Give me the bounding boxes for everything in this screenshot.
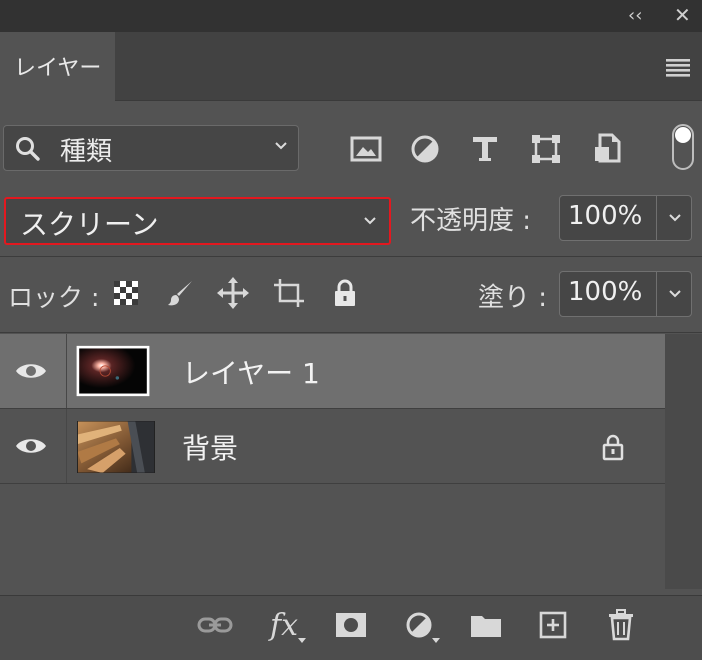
fill-field[interactable]: 100% [559,271,692,317]
adjustment-filter-icon[interactable] [407,132,443,166]
layer-thumbnail[interactable] [74,345,152,397]
fx-icon[interactable]: fx [264,607,306,643]
filter-toggle[interactable] [672,124,694,170]
chevron-down-icon [364,217,376,225]
fill-label: 塗り : [478,283,548,313]
opacity-label: 不透明度 : [410,206,532,236]
opacity-field[interactable]: 100% [559,195,692,241]
lock-position-icon[interactable] [216,276,250,310]
filter-toggle-knob [675,127,691,143]
chevron-down-icon[interactable] [668,211,682,225]
lock-transparent-pixels-icon[interactable] [109,276,143,310]
close-panel-icon[interactable]: ✕ [674,3,691,27]
new-layer-icon[interactable] [533,608,573,642]
fill-value[interactable]: 100% [568,277,642,307]
panel-title-bar: ‹‹ ✕ [0,0,702,32]
search-icon [16,137,40,161]
new-adjustment-layer-icon[interactable] [399,608,440,643]
layer-row-layer-1[interactable]: レイヤー 1 [0,334,665,409]
layers-panel: ‹‹ ✕ レイヤー 種類 スクリーン 不透明度: 100% ロック: 塗り … [0,0,702,660]
smart-object-filter-icon[interactable] [589,132,625,166]
collapse-panel-icon[interactable]: ‹‹ [628,5,642,26]
chevron-down-icon[interactable] [668,287,682,301]
new-group-icon[interactable] [466,608,506,642]
layer-row-background[interactable]: 背景 [0,409,665,484]
blend-mode-select[interactable]: スクリーン [4,197,391,245]
panel-menu-icon[interactable] [664,56,692,78]
shape-filter-icon[interactable] [528,132,564,166]
filter-kind-select[interactable]: 種類 [3,125,299,171]
chevron-down-icon [275,142,287,150]
filter-kind-label: 種類 [60,137,113,167]
blend-mode-value: スクリーン [20,208,159,241]
divider [0,332,702,333]
visibility-eye-icon[interactable] [14,358,48,384]
tab-layers-label: レイヤー [14,56,102,81]
lock-image-pixels-icon[interactable] [163,276,197,310]
layer-name[interactable]: 背景 [182,427,238,467]
tab-layers[interactable]: レイヤー [0,32,115,101]
visibility-eye-icon[interactable] [14,433,48,459]
opacity-value[interactable]: 100% [568,201,642,231]
layer-name[interactable]: レイヤー 1 [182,352,320,392]
tab-bar: レイヤー [0,32,702,101]
delete-icon[interactable] [601,608,641,642]
layers-footer-toolbar: fx [0,595,702,660]
divider [0,256,702,257]
type-filter-icon[interactable] [467,132,503,166]
layer-thumbnail[interactable] [77,421,155,473]
add-mask-icon[interactable] [331,608,371,642]
lock-artboard-icon[interactable] [272,276,306,310]
image-filter-icon[interactable] [348,132,384,166]
fx-label: fx [269,607,299,643]
link-layers-icon[interactable] [195,608,235,642]
layers-scrollbar[interactable] [665,334,702,589]
lock-all-icon[interactable] [328,276,362,310]
layer-lock-icon[interactable] [600,433,626,461]
lock-label: ロック : [8,283,100,312]
